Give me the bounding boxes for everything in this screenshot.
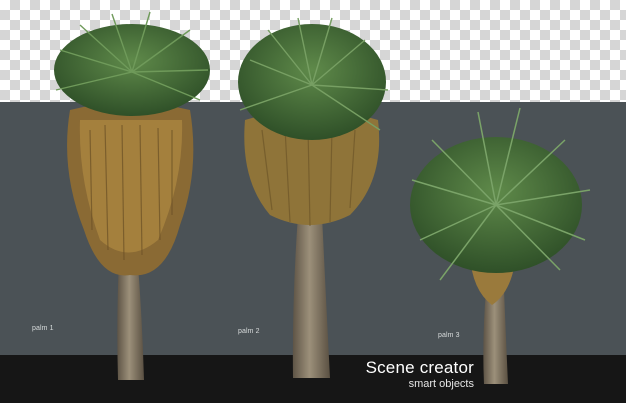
brand-subtitle: smart objects: [408, 378, 474, 390]
palm-2-label: palm 2: [238, 328, 260, 335]
palm-trees-illustration: [54, 11, 591, 384]
brand-title: Scene creator: [365, 358, 474, 377]
palm-1-label: palm 1: [32, 325, 54, 332]
palm-3-label: palm 3: [438, 332, 460, 339]
brand-watermark: Scene creator smart objects: [366, 358, 474, 390]
palm-2: [238, 17, 389, 378]
palm-3: [410, 107, 591, 384]
render-canvas: palm 1 palm 2 palm 3 Scene creator smart…: [0, 0, 626, 403]
palm-1: [54, 11, 210, 380]
